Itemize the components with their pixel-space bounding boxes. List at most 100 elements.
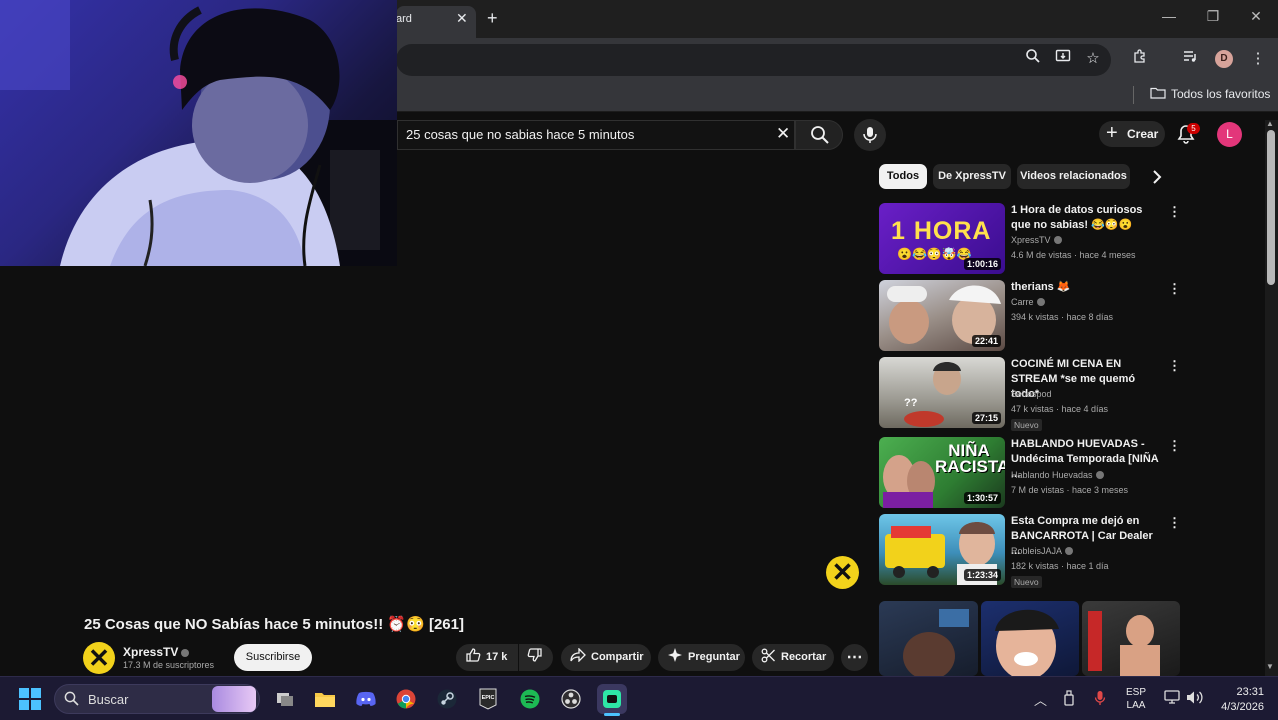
thumbnail-image <box>903 609 969 676</box>
active-app-indicator <box>604 713 620 716</box>
active-app-icon[interactable] <box>597 684 627 714</box>
close-tab-icon[interactable]: ✕ <box>456 10 468 27</box>
video-duration: 1:00:16 <box>963 258 1001 270</box>
chrome-icon[interactable] <box>391 684 421 714</box>
more-options-icon[interactable]: ⋮ <box>1168 204 1181 220</box>
video-meta: 7 M de vistas · hace 3 meses <box>1011 485 1129 495</box>
task-view-icon[interactable] <box>270 684 300 714</box>
channel-watermark-logo[interactable]: ✕ <box>826 556 859 589</box>
video-channel[interactable]: Carre <box>1011 297 1045 307</box>
notification-count-badge: 5 <box>1187 123 1200 134</box>
video-thumbnail[interactable]: 22:41 <box>879 280 1005 351</box>
clip-button[interactable]: Recortar <box>752 644 834 671</box>
short-thumbnail[interactable] <box>981 601 1079 676</box>
dislike-button[interactable] <box>519 644 553 671</box>
video-thumbnail[interactable]: 1:23:34 <box>879 514 1005 585</box>
video-thumbnail[interactable]: 1 HORA 😮😂😳🤯😂 1:00:16 <box>879 203 1005 274</box>
chevron-right-icon[interactable] <box>1152 170 1162 187</box>
address-bar[interactable] <box>396 44 1111 76</box>
video-channel[interactable]: Hablando Huevadas <box>1011 470 1104 480</box>
video-thumbnail[interactable]: NIÑA RACISTA 1:30:57 <box>879 437 1005 508</box>
bookmark-star-icon[interactable]: ☆ <box>1082 48 1104 70</box>
video-channel[interactable]: RobleisJAJA <box>1011 546 1074 556</box>
share-button[interactable]: Compartir <box>561 644 651 671</box>
new-badge: Nuevo <box>1011 576 1042 588</box>
media-control-icon[interactable] <box>1179 48 1201 70</box>
new-tab-button[interactable]: + <box>487 8 498 29</box>
search-query-text: 25 cosas que no sabias hace 5 minutos <box>406 127 635 142</box>
taskbar-search-placeholder: Buscar <box>88 692 129 707</box>
scroll-down-arrow-icon[interactable]: ▼ <box>1266 662 1274 671</box>
like-count: 17 k <box>486 651 508 663</box>
epic-games-icon[interactable]: EPIC <box>473 684 503 714</box>
channel-avatar[interactable]: ✕ <box>83 642 115 674</box>
volume-icon[interactable] <box>1186 690 1204 708</box>
youtube-account-avatar[interactable]: L <box>1217 122 1242 147</box>
subscribe-button[interactable]: Suscribirse <box>234 644 312 671</box>
ask-button[interactable]: Preguntar <box>658 644 745 671</box>
more-actions-icon[interactable]: ⋯ <box>841 644 868 671</box>
thumbnail-image <box>995 609 1059 676</box>
scroll-up-arrow-icon[interactable]: ▲ <box>1266 119 1274 128</box>
share-icon <box>570 647 586 663</box>
zoom-icon[interactable] <box>1022 48 1044 70</box>
discord-icon[interactable] <box>351 684 381 714</box>
verified-icon <box>1095 471 1104 479</box>
channel-name[interactable]: XpressTV <box>123 645 190 659</box>
network-icon[interactable] <box>1164 690 1180 708</box>
video-title[interactable]: therians 🦊 <box>1011 280 1159 295</box>
video-title[interactable]: 1 Hora de datos curiosos que no sabias! … <box>1011 203 1159 233</box>
steam-icon[interactable] <box>432 684 462 714</box>
thumbnail-text: 1 HORA <box>891 217 992 245</box>
chip-videos-relacionados[interactable]: Videos relacionados <box>1017 164 1130 189</box>
restore-icon[interactable]: ❐ <box>1202 8 1224 25</box>
microphone-icon <box>863 127 877 143</box>
chip-todos[interactable]: Todos <box>879 164 927 189</box>
clear-search-icon[interactable]: ✕ <box>776 124 790 144</box>
verified-icon <box>1036 298 1045 306</box>
verified-icon <box>1065 547 1074 555</box>
video-thumbnail[interactable]: ?? 27:15 <box>879 357 1005 428</box>
video-duration: 27:15 <box>971 412 1001 424</box>
video-channel[interactable]: Sebaspod <box>1011 389 1052 399</box>
scrollbar-thumb[interactable] <box>1267 130 1275 285</box>
more-options-icon[interactable]: ⋮ <box>1168 281 1181 297</box>
more-options-icon[interactable]: ⋮ <box>1168 358 1181 374</box>
close-window-icon[interactable]: ✕ <box>1245 8 1267 25</box>
system-clock[interactable]: 23:31 4/3/2026 <box>1218 685 1264 715</box>
extensions-icon[interactable] <box>1129 48 1151 70</box>
thumbnail-image <box>1088 611 1160 676</box>
short-thumbnail[interactable] <box>1082 601 1180 676</box>
tab-title: ard <box>396 13 412 25</box>
sparkle-icon <box>668 648 682 662</box>
install-app-icon[interactable] <box>1052 48 1074 70</box>
video-meta: 4.6 M de vistas · hace 4 meses <box>1011 250 1136 260</box>
all-bookmarks-folder[interactable]: Todos los favoritos <box>1150 87 1270 101</box>
obs-icon[interactable] <box>556 684 586 714</box>
search-icon <box>811 126 829 144</box>
plus-icon: + <box>1106 122 1118 144</box>
spotify-icon[interactable] <box>515 684 545 714</box>
usb-device-icon[interactable] <box>1063 690 1075 709</box>
verified-icon <box>181 649 190 657</box>
short-thumbnail[interactable] <box>879 601 978 676</box>
bookmarks-divider <box>1133 86 1134 104</box>
chip-de-xpresstv[interactable]: De XpressTV <box>933 164 1011 189</box>
thumbnail-text: ?? <box>904 397 918 409</box>
more-options-icon[interactable]: ⋮ <box>1168 515 1181 531</box>
input-language-indicator[interactable]: ESP LAA <box>1126 686 1146 712</box>
thumbs-up-icon <box>466 648 481 662</box>
chevron-up-icon[interactable]: ︿ <box>1034 690 1047 709</box>
microphone-in-use-icon[interactable] <box>1094 690 1106 709</box>
video-channel[interactable]: XpressTV <box>1011 235 1062 245</box>
bookmarks-folder-label: Todos los favoritos <box>1171 87 1271 101</box>
browser-menu-icon[interactable]: ⋮ <box>1247 48 1269 70</box>
windows-start-icon[interactable] <box>19 688 41 713</box>
like-button[interactable]: 17 k <box>456 644 518 671</box>
voice-search-button[interactable] <box>854 119 886 151</box>
search-button[interactable] <box>795 120 843 150</box>
minimize-icon[interactable]: — <box>1158 8 1180 24</box>
profile-avatar[interactable]: D <box>1215 50 1233 68</box>
more-options-icon[interactable]: ⋮ <box>1168 438 1181 454</box>
file-explorer-icon[interactable] <box>310 684 340 714</box>
